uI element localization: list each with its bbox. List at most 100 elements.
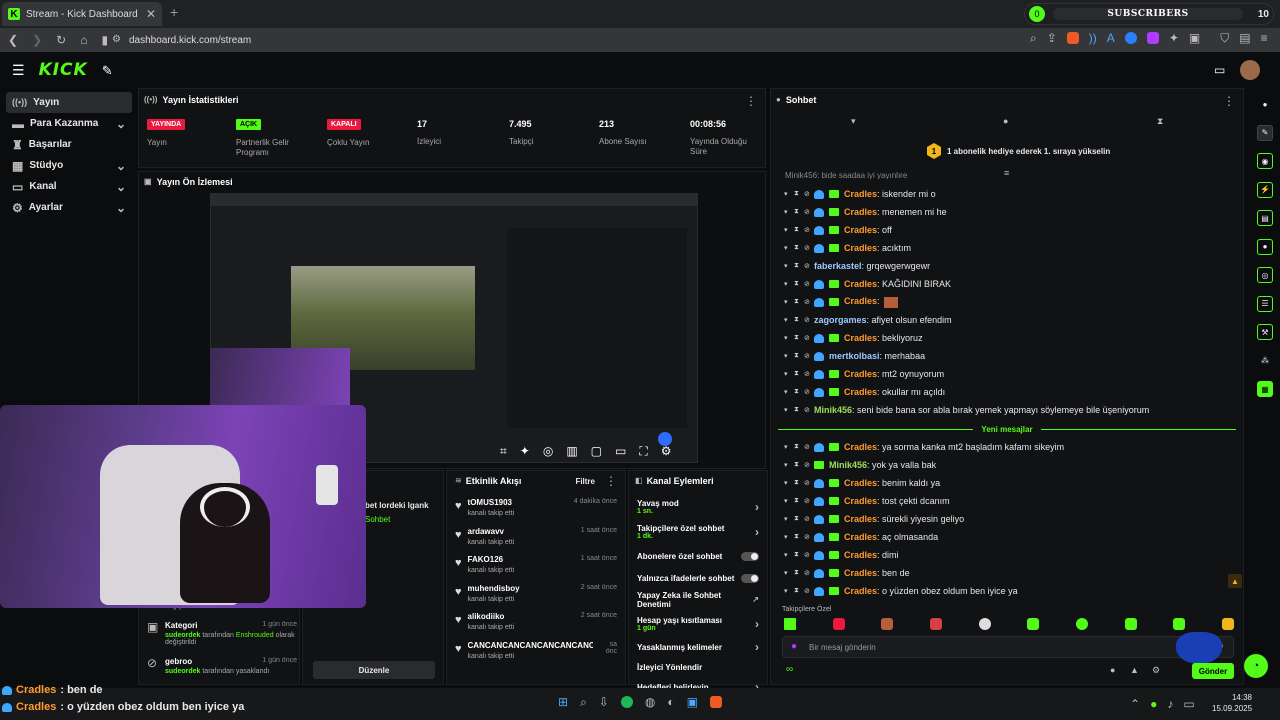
lightning-icon[interactable]: ⚡	[1257, 181, 1273, 198]
sidebar-item-kanal[interactable]: ▭ Kanal ⌄	[6, 176, 132, 197]
bookmark-icon[interactable]: ▮	[101, 34, 108, 46]
chat-username[interactable]: Cradles	[844, 369, 877, 379]
timeout-icon[interactable]: ⧗	[794, 208, 799, 216]
translate-icon[interactable]: A	[1107, 32, 1115, 44]
chat-username[interactable]: Cradles	[844, 514, 877, 524]
trash-icon[interactable]: ▾	[784, 208, 789, 216]
timeout-icon[interactable]: ⧗	[794, 406, 799, 414]
layout-icon[interactable]: ▢	[591, 444, 602, 459]
theater-icon[interactable]: ▭	[615, 444, 626, 459]
extension-blue-icon[interactable]	[1124, 32, 1137, 44]
chevron-up-icon[interactable]: ⌃	[1130, 698, 1140, 710]
chat-username[interactable]: Cradles	[844, 296, 877, 306]
chat-username[interactable]: mertkolbasi	[829, 351, 880, 361]
activity-user[interactable]: ardawavv	[468, 527, 515, 536]
trash-icon[interactable]: ▾	[784, 587, 789, 595]
sidebar-item-para-kazanma[interactable]: ▬ Para Kazanma ⌄	[6, 113, 132, 134]
trash-icon[interactable]: ▾	[784, 388, 789, 396]
ban-icon[interactable]: ⊘	[804, 497, 810, 505]
timeout-icon[interactable]: ⧗	[794, 388, 799, 396]
chat-username[interactable]: Cradles	[844, 207, 877, 217]
ban-icon[interactable]: ⊘	[804, 587, 810, 595]
network-icon[interactable]: ▭	[1183, 698, 1194, 710]
chat-bubble-icon[interactable]: ●	[1257, 238, 1273, 255]
kick-logo[interactable]: KICK	[39, 60, 88, 80]
emote-icon[interactable]	[881, 618, 894, 630]
ban-icon[interactable]: ⊘	[804, 406, 810, 414]
ban-icon[interactable]: ⊘	[804, 370, 810, 378]
trash-icon[interactable]: ▾	[784, 262, 789, 270]
wrench-icon[interactable]: ⚒	[1257, 324, 1273, 340]
vpn-icon[interactable]: ⛉	[1220, 32, 1229, 44]
emote-icon[interactable]	[784, 618, 796, 630]
activity-user[interactable]: tOMUS1903	[468, 498, 515, 507]
chat-username[interactable]: Cradles	[844, 387, 877, 397]
edit-icon[interactable]: ✎	[1257, 124, 1273, 141]
chat-username[interactable]: Cradles	[844, 243, 877, 253]
timeout-icon[interactable]: ⧗	[794, 370, 799, 378]
chat-username[interactable]: Minik456	[829, 460, 867, 470]
chat-username[interactable]: Cradles	[844, 586, 877, 596]
address-bar[interactable]: ⚙ dashboard.kick.com/stream	[112, 31, 1072, 49]
explorer-icon[interactable]: ▣	[687, 696, 698, 708]
trash-icon[interactable]: ▾	[784, 533, 789, 541]
gear-icon[interactable]: ⚙	[1152, 666, 1160, 675]
send-button[interactable]: Gönder	[1192, 663, 1234, 679]
trash-icon[interactable]: ▾	[784, 370, 789, 378]
windows-start-icon[interactable]: ⊞	[558, 696, 568, 708]
info-icon[interactable]: ●	[1257, 96, 1273, 112]
trash-icon[interactable]: ▾	[784, 515, 789, 523]
trash-icon[interactable]: ▾	[784, 280, 789, 288]
ban-icon[interactable]: ⊘	[804, 226, 810, 234]
log-item-user[interactable]: sudeordek	[165, 668, 200, 675]
broadcast-icon[interactable]: ◎	[1257, 267, 1273, 283]
action-raid[interactable]: İzleyici Yönlendir	[629, 657, 767, 677]
chat-input[interactable]: ● Bir mesaj gönderin ☺	[782, 636, 1234, 658]
trash-icon[interactable]: ▾	[784, 443, 789, 451]
timeout-icon[interactable]: ⧗	[794, 515, 799, 523]
chat-username[interactable]: Cradles	[844, 442, 877, 452]
microphone-icon[interactable]: ●	[791, 642, 797, 652]
settings-gear-icon[interactable]: ⚙	[661, 444, 672, 459]
chat-username[interactable]: Cradles	[844, 279, 877, 289]
edit-button[interactable]: Düzenle	[313, 661, 435, 679]
chat-username[interactable]: zagorgames	[814, 315, 867, 325]
search-icon[interactable]: ⌕	[580, 696, 587, 708]
emote-icon[interactable]	[1173, 618, 1186, 630]
trash-icon[interactable]: ▾	[784, 334, 789, 342]
sidebar-item-studyo[interactable]: ▦ Stüdyo ⌄	[6, 155, 132, 176]
ban-icon[interactable]: ⊘	[804, 515, 810, 523]
sparkle-icon[interactable]: ✦	[520, 444, 530, 459]
brave-shield-icon[interactable]	[1066, 32, 1079, 44]
timeout-icon[interactable]: ⧗	[794, 479, 799, 487]
chat-username[interactable]: Cradles	[844, 225, 877, 235]
chat-username[interactable]: Cradles	[844, 478, 877, 488]
timeout-icon[interactable]: ⧗	[794, 461, 799, 469]
trash-icon[interactable]: ▾	[784, 461, 789, 469]
log-item-extra[interactable]: Enshrouded	[236, 632, 274, 639]
timeout-icon[interactable]: ⧗	[794, 352, 799, 360]
action-slow-mode[interactable]: Yavaş mod 1 sn. ›	[629, 495, 767, 519]
timeout-icon[interactable]: ⧗	[794, 443, 799, 451]
camera-icon[interactable]: ◉	[1257, 153, 1273, 169]
spotify-icon[interactable]	[620, 696, 633, 708]
trash-icon[interactable]: ▾	[784, 551, 789, 559]
chat-username[interactable]: faberkastel	[814, 261, 862, 271]
timeout-icon[interactable]: ⧗	[794, 569, 799, 577]
trash-icon[interactable]: ▾	[784, 479, 789, 487]
log-item-user[interactable]: sudeordek	[165, 632, 200, 639]
wallet-icon[interactable]: ▤	[1239, 32, 1250, 44]
obs-icon[interactable]: ◍	[645, 696, 655, 708]
edit-stream-icon[interactable]: ✎	[102, 64, 113, 77]
search-icon[interactable]: ⌕	[1030, 32, 1037, 44]
notes-icon[interactable]: ▤	[1257, 210, 1273, 226]
activity-user[interactable]: CANCANCANCANCANCANCANCANN	[468, 641, 593, 650]
trash-icon[interactable]: ▾	[784, 190, 789, 198]
share-icon[interactable]: ⇪	[1047, 32, 1057, 44]
trash-icon[interactable]: ▾	[784, 352, 789, 360]
ban-icon[interactable]: ⊘	[804, 262, 810, 270]
ban-icon[interactable]: ⊘	[804, 461, 810, 469]
stats-chart-icon[interactable]: ▥	[566, 444, 577, 459]
browser-tab[interactable]: K Stream - Kick Dashboard ✕	[2, 2, 162, 26]
chat-username[interactable]: Minik456	[814, 405, 852, 415]
